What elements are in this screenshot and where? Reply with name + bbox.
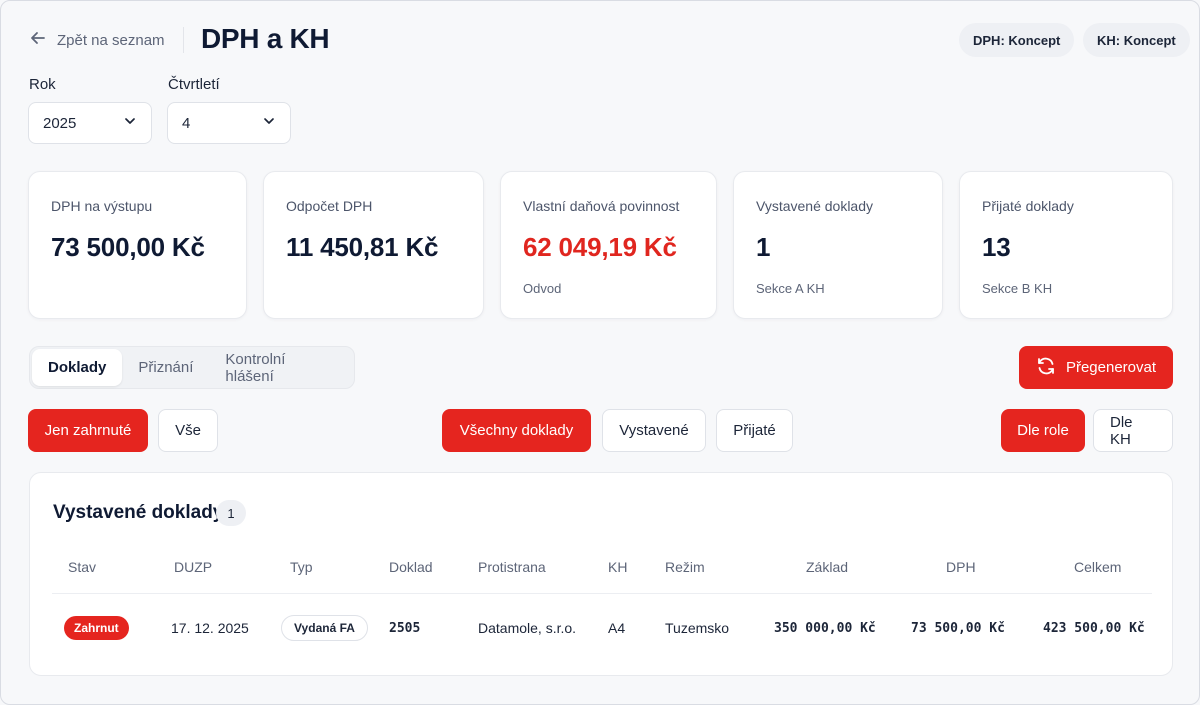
column-header-zaklad: Základ: [806, 559, 849, 575]
app-window: Zpět na seznam DPH a KH DPH: Koncept KH:…: [0, 0, 1200, 705]
group-by-role-button[interactable]: Dle role: [1001, 409, 1085, 452]
card-value: 1: [756, 232, 771, 262]
card-label: DPH na výstupu: [51, 198, 153, 214]
card-label: Vlastní daňová povinnost: [523, 198, 680, 214]
quarter-label: Čtvrtletí: [168, 76, 220, 93]
year-select-value: 2025: [43, 114, 77, 132]
card-vat-deduction: Odpočet DPH 11 450,81 Kč: [263, 171, 484, 319]
card-label: Odpočet DPH: [286, 198, 373, 214]
card-received-docs: Přijaté doklady 13 Sekce B KH: [959, 171, 1173, 319]
cell-dph: 73 500,00 Kč: [911, 621, 1005, 636]
column-header-duzp: DUZP: [174, 559, 213, 575]
filter-all-docs-button[interactable]: Všechny doklady: [442, 409, 591, 452]
column-header-stav: Stav: [68, 559, 97, 575]
card-sub: Sekce B KH: [982, 281, 1053, 296]
status-badge: Zahrnut: [64, 616, 129, 640]
panel-title: Vystavené doklady: [53, 502, 224, 523]
tab-priznani[interactable]: Přiznání: [122, 349, 209, 386]
card-value: 73 500,00 Kč: [51, 232, 205, 262]
column-header-dph: DPH: [946, 559, 976, 575]
cell-zaklad: 350 000,00 Kč: [774, 621, 876, 636]
filter-issued-button[interactable]: Vystavené: [602, 409, 706, 452]
card-sub: Sekce A KH: [756, 281, 825, 296]
count-badge: 1: [216, 500, 246, 526]
column-header-protistrana: Protistrana: [478, 559, 546, 575]
column-header-rezim: Režim: [665, 559, 705, 575]
card-label: Vystavené doklady: [756, 198, 873, 214]
cell-protistrana: Datamole, s.r.o.: [478, 620, 577, 636]
cell-celkem: 423 500,00 Kč: [1043, 621, 1145, 636]
card-value: 11 450,81 Kč: [286, 232, 439, 262]
card-value: 13: [982, 232, 1011, 262]
chevron-down-icon: [123, 114, 137, 132]
column-header-celkem: Celkem: [1074, 559, 1122, 575]
issued-docs-panel: Vystavené doklady 1 Stav DUZP Typ Doklad…: [29, 472, 1173, 676]
card-tax-liability: Vlastní daňová povinnost 62 049,19 Kč Od…: [500, 171, 717, 319]
card-value: 62 049,19 Kč: [523, 232, 677, 262]
status-badge-kh: KH: Koncept: [1083, 23, 1190, 57]
tab-bar: Doklady Přiznání Kontrolní hlášení: [29, 346, 355, 389]
table-header-divider: [52, 593, 1152, 594]
filter-received-button[interactable]: Přijaté: [716, 409, 793, 452]
back-link[interactable]: Zpět na seznam: [29, 29, 165, 51]
cell-kh: A4: [608, 620, 626, 636]
cell-duzp: 17. 12. 2025: [171, 620, 249, 636]
status-badge-dph: DPH: Koncept: [959, 23, 1075, 57]
card-sub: Odvod: [523, 281, 562, 296]
regenerate-label: Přegenerovat: [1065, 359, 1157, 376]
column-header-kh: KH: [608, 559, 628, 575]
type-badge: Vydaná FA: [281, 615, 368, 641]
tab-doklady[interactable]: Doklady: [32, 349, 123, 386]
group-by-kh-button[interactable]: Dle KH: [1093, 409, 1173, 452]
column-header-doklad: Doklad: [389, 559, 433, 575]
arrow-left-icon: [29, 29, 47, 51]
year-label: Rok: [29, 76, 56, 93]
header-divider: [183, 27, 184, 53]
back-link-label: Zpět na seznam: [57, 31, 165, 49]
year-select[interactable]: 2025: [28, 102, 152, 144]
quarter-select-value: 4: [182, 114, 191, 132]
card-output-vat: DPH na výstupu 73 500,00 Kč: [28, 171, 247, 319]
quarter-select[interactable]: 4: [167, 102, 291, 144]
card-label: Přijaté doklady: [982, 198, 1074, 214]
cell-rezim: Tuzemsko: [665, 620, 730, 636]
card-issued-docs: Vystavené doklady 1 Sekce A KH: [733, 171, 943, 319]
tab-kontrolni-hlaseni[interactable]: Kontrolní hlášení: [209, 349, 352, 386]
regenerate-button[interactable]: Přegenerovat: [1019, 346, 1173, 389]
column-header-typ: Typ: [290, 559, 313, 575]
refresh-icon: [1036, 356, 1056, 380]
page-title: DPH a KH: [201, 23, 330, 54]
filter-included-only-button[interactable]: Jen zahrnuté: [28, 409, 148, 452]
cell-doklad: 2505: [389, 621, 421, 636]
chevron-down-icon: [262, 114, 276, 132]
filter-all-button[interactable]: Vše: [158, 409, 218, 452]
